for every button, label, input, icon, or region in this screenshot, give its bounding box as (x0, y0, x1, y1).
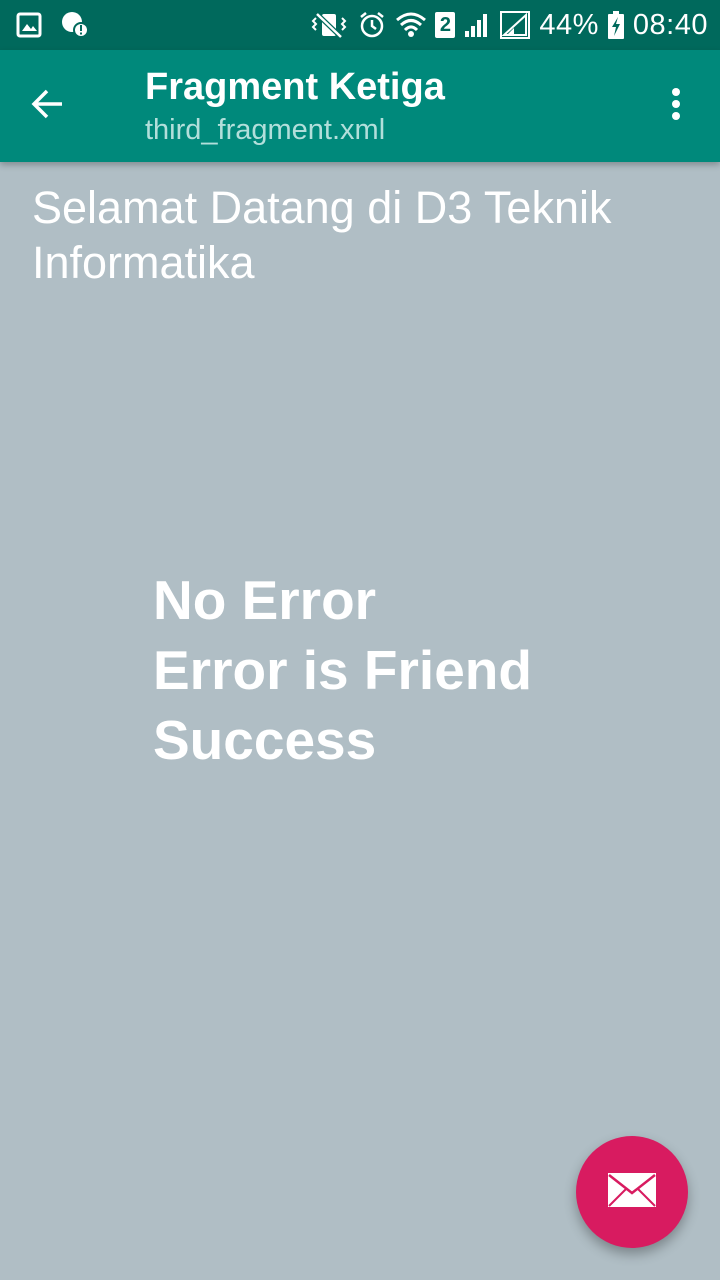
motto-line-3: Success (153, 709, 377, 771)
mail-icon (607, 1172, 657, 1212)
clock: 08:40 (632, 9, 708, 41)
notification-alert-icon (60, 10, 90, 40)
motto-line-2: Error is Friend (153, 639, 532, 701)
status-bar: 2 44% 08:40 (0, 0, 720, 50)
more-vert-icon (670, 86, 682, 126)
app-bar: Fragment Ketiga third_fragment.xml (0, 50, 720, 162)
motto-block: No Error Error is Friend Success (153, 565, 532, 775)
mail-fab-button[interactable] (576, 1136, 688, 1248)
battery-charging-icon (607, 10, 625, 40)
wifi-icon (395, 10, 427, 40)
signal-icon-2 (499, 10, 531, 40)
back-button[interactable] (16, 74, 80, 138)
page-subtitle: third_fragment.xml (145, 114, 386, 146)
motto-line-1: No Error (153, 569, 377, 631)
battery-percent: 44% (539, 9, 599, 41)
page-title: Fragment Ketiga (145, 66, 445, 108)
welcome-text: Selamat Datang di D3 Teknik Informatika (32, 182, 612, 288)
sim-slot-badge: 2 (435, 12, 456, 38)
vibrate-mute-icon (309, 10, 349, 40)
signal-icon (463, 10, 491, 40)
image-icon (16, 10, 42, 40)
title-block: Fragment Ketiga third_fragment.xml (145, 64, 445, 150)
overflow-menu-button[interactable] (648, 78, 704, 134)
arrow-back-icon (30, 86, 66, 126)
alarm-icon (357, 10, 387, 40)
